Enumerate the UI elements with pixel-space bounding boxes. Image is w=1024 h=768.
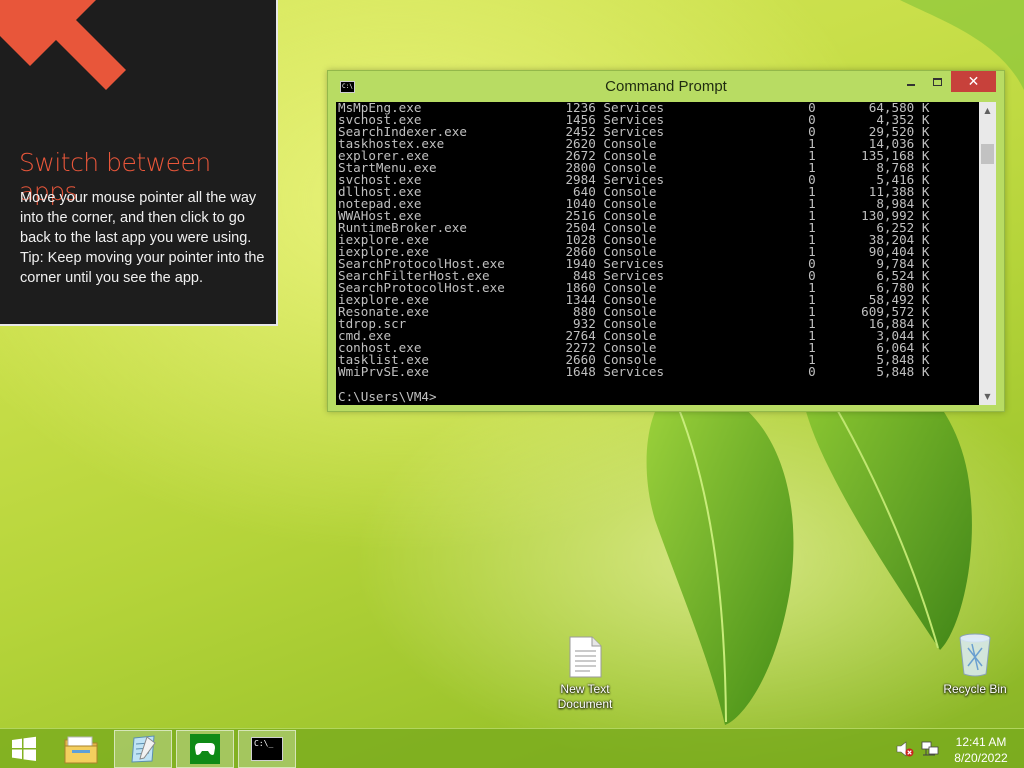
- desktop-icon-label: Recycle Bin: [943, 682, 1007, 696]
- tray-network[interactable]: [919, 729, 941, 768]
- recycle-bin-icon: [959, 633, 991, 677]
- tip-body-line: Tip: Keep moving your pointer into the c…: [20, 250, 265, 286]
- tray-volume[interactable]: [893, 729, 917, 768]
- taskbar-xbox-games[interactable]: [176, 730, 234, 768]
- vertical-scrollbar[interactable]: ▲ ▼: [979, 102, 996, 405]
- notepad-icon: [131, 735, 156, 763]
- command-prompt-line[interactable]: C:\Users\VM4>: [338, 390, 437, 403]
- taskbar-clock[interactable]: 12:41 AM 8/20/2022: [946, 734, 1016, 766]
- corner-arrow-icon: [0, 0, 126, 90]
- console-output[interactable]: MsMpEng.exe 1236 Services 0 64,580 Ksvch…: [336, 102, 979, 405]
- volume-muted-icon: [896, 741, 914, 757]
- tip-panel: Switch between apps Move your mouse poin…: [0, 0, 278, 326]
- maximize-button[interactable]: [924, 71, 951, 92]
- tip-body: Move your mouse pointer all the way into…: [20, 188, 265, 288]
- network-icon: [921, 741, 939, 756]
- close-button[interactable]: ✕: [951, 71, 996, 92]
- clock-time: 12:41 AM: [955, 735, 1007, 749]
- window-titlebar[interactable]: C:\ Command Prompt ✕: [328, 71, 1004, 102]
- windows-start-icon: [12, 736, 36, 761]
- taskbar-file-explorer[interactable]: [52, 730, 110, 768]
- minimize-icon: [906, 83, 915, 86]
- scroll-down-arrow-icon[interactable]: ▼: [979, 388, 996, 405]
- desktop-icon-label: Document: [557, 697, 613, 711]
- process-list: MsMpEng.exe 1236 Services 0 64,580 Ksvch…: [338, 102, 929, 378]
- command-prompt-icon: C:\_: [251, 737, 283, 761]
- desktop-icon-new-text-document[interactable]: New Text Document: [545, 636, 625, 712]
- taskbar-command-prompt[interactable]: C:\_: [238, 730, 296, 768]
- taskbar: C:\_ 12:41 AM 8/20/2022: [0, 728, 1024, 768]
- xbox-games-icon: [190, 734, 220, 764]
- desktop-icon-recycle-bin[interactable]: Recycle Bin: [935, 632, 1015, 697]
- desktop-icon-label: New Text: [560, 682, 610, 696]
- maximize-icon: [933, 77, 942, 86]
- text-document-icon: [569, 636, 602, 678]
- file-explorer-icon: [64, 736, 98, 764]
- process-row: WmiPrvSE.exe 1648 Services 0 5,848 K: [338, 364, 930, 379]
- clock-date: 8/20/2022: [954, 751, 1008, 765]
- close-icon: ✕: [967, 73, 980, 90]
- scroll-up-arrow-icon[interactable]: ▲: [979, 102, 996, 119]
- tip-body-line: Move your mouse pointer all the way into…: [20, 190, 257, 246]
- taskbar-notepad[interactable]: [114, 730, 172, 768]
- command-prompt-window[interactable]: C:\ Command Prompt ✕ MsMpEng.exe 1236 Se…: [327, 70, 1005, 412]
- scrollbar-thumb[interactable]: [981, 144, 994, 164]
- minimize-button[interactable]: [897, 71, 924, 92]
- start-button[interactable]: [0, 729, 48, 768]
